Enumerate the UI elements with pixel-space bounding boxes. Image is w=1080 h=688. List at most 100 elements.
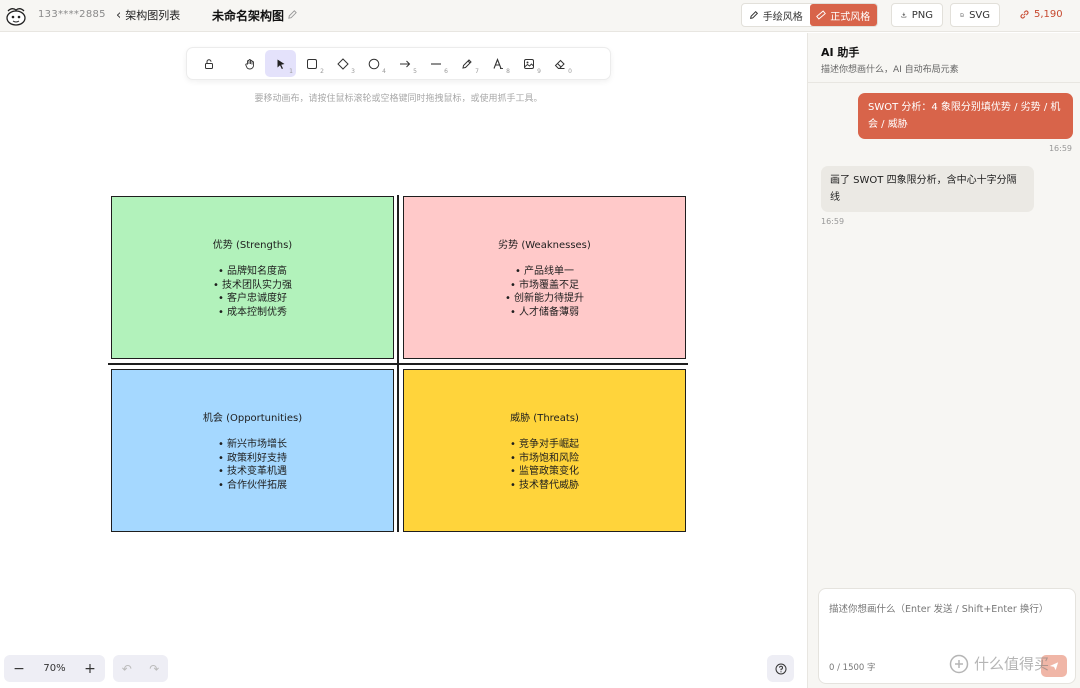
export-svg-button[interactable]: SVG (950, 3, 1000, 27)
image-tool[interactable]: 9 (513, 50, 544, 77)
diamond-icon (336, 57, 349, 70)
quadrant-item: • 竞争对手崛起 (509, 439, 580, 450)
ai-assistant-panel: AI 助手 描述你想画什么，AI 自动布局元素 SWOT 分析：4 象限分别填优… (807, 33, 1080, 688)
pointer-icon (277, 59, 284, 69)
quadrant-item: • 技术团队实力强 (212, 279, 293, 291)
chevron-left-icon: ‹ (116, 7, 122, 23)
formal-style-label: 正式风格 (830, 11, 871, 23)
message-timestamp: 16:59 (1048, 144, 1072, 153)
pencil-edit-icon[interactable] (287, 9, 298, 20)
export-png-button[interactable]: PNG (891, 3, 943, 27)
user-message: SWOT 分析：4 象限分别填优势 / 劣势 / 机会 / 威胁 (858, 93, 1073, 139)
quadrant-item: • 技术替代威胁 (509, 479, 580, 491)
help-icon (775, 663, 786, 674)
select-tool-shortcut: 1 (289, 68, 293, 75)
pencil-icon (461, 58, 472, 69)
image-icon (523, 58, 534, 69)
line-icon (430, 62, 441, 65)
credit-value: 5,190 (1034, 9, 1063, 20)
eraser-icon (554, 59, 565, 69)
hand-drawn-style-button[interactable]: 手绘风格 (742, 4, 810, 26)
quadrant-title: 劣势 (Weaknesses) (498, 240, 591, 251)
redo-button[interactable]: ↷ (149, 662, 159, 676)
quadrant-item: • 成本控制优秀 (217, 306, 288, 318)
ellipse-tool[interactable]: 4 (358, 50, 389, 77)
zoom-in-button[interactable]: + (83, 661, 97, 677)
char-count: 0 / 1500 字 (829, 663, 876, 673)
watermark: 什么值得买 (949, 653, 1049, 674)
text-tool-shortcut: 8 (506, 68, 510, 75)
canvas-hint: 要移动画布，请按住鼠标滚轮或空格键同时拖拽鼠标，或使用抓手工具。 (254, 94, 543, 104)
quadrant-title: 优势 (Strengths) (212, 240, 293, 251)
quadrant-item: • 客户忠诚度好 (217, 293, 288, 304)
eraser-tool[interactable]: 0 (544, 50, 575, 77)
ellipse-tool-shortcut: 4 (382, 68, 386, 75)
rectangle-tool-shortcut: 2 (320, 68, 324, 75)
history-control: ↶ ↷ (113, 655, 168, 682)
prompt-input[interactable] (829, 601, 1065, 651)
quadrant-item: • 技术变革机遇 (217, 466, 288, 477)
eraser-tool-shortcut: 0 (568, 68, 572, 75)
top-bar: 133****2885 ‹ 架构图列表 未命名架构图 手绘风格 正式风格 PNG… (0, 0, 1080, 32)
arrow-tool[interactable]: 5 (389, 50, 420, 77)
watermark-text: 什么值得买 (974, 655, 1050, 673)
line-tool[interactable]: 6 (420, 50, 451, 77)
export-png-label: PNG (911, 9, 933, 21)
style-toggle: 手绘风格 正式风格 (741, 3, 878, 27)
ai-panel-subtitle: 描述你想画什么，AI 自动布局元素 (821, 65, 959, 75)
line-tool-shortcut: 6 (444, 68, 448, 75)
quadrant-item: • 监管政策变化 (509, 466, 580, 477)
quadrant-item: • 品牌知名度高 (217, 266, 288, 277)
lock-icon (204, 58, 213, 69)
help-button[interactable] (767, 655, 794, 682)
hand-drawn-style-label: 手绘风格 (762, 11, 803, 23)
file-code-icon (960, 13, 964, 17)
threats-quadrant[interactable]: 威胁 (Threats) • 竞争对手崛起 • 市场饱和风险 • 监管政策变化 … (403, 369, 686, 532)
quadrant-item: • 市场覆盖不足 (509, 279, 580, 291)
download-icon (901, 12, 907, 18)
hand-tool[interactable] (234, 50, 265, 77)
credit-balance[interactable]: 5,190 (1019, 9, 1063, 20)
quadrant-item: • 政策利好支持 (217, 452, 288, 464)
back-to-list-link[interactable]: ‹ 架构图列表 (116, 7, 180, 23)
text-tool[interactable]: 8 (482, 50, 513, 77)
weaknesses-quadrant[interactable]: 劣势 (Weaknesses) • 产品线单一 • 市场覆盖不足 • 创新能力待… (403, 196, 686, 359)
hand-icon (244, 58, 254, 69)
image-tool-shortcut: 9 (537, 68, 541, 75)
pencil-tool-shortcut: 7 (475, 68, 479, 75)
select-tool[interactable]: 1 (265, 50, 296, 77)
link-icon (1020, 10, 1029, 19)
text-icon (492, 57, 503, 69)
back-link-label: 架构图列表 (125, 9, 181, 22)
message-timestamp: 16:59 (821, 217, 845, 226)
ruler-icon (816, 10, 827, 20)
export-svg-label: SVG (969, 9, 990, 21)
ellipse-icon (368, 58, 379, 69)
document-title[interactable]: 未命名架构图 (212, 7, 284, 24)
quadrant-item: • 合作伙伴拓展 (217, 479, 288, 491)
formal-style-button[interactable]: 正式风格 (809, 4, 877, 26)
swot-diagram: 优势 (Strengths) • 品牌知名度高 • 技术团队实力强 • 客户忠诚… (108, 195, 688, 533)
strengths-quadrant[interactable]: 优势 (Strengths) • 品牌知名度高 • 技术团队实力强 • 客户忠诚… (111, 196, 394, 359)
drawing-canvas[interactable]: 1 2 3 4 5 6 7 8 9 0 要移动画布，请按住鼠标滚轮或空格键同时拖… (0, 33, 807, 688)
zoom-level[interactable]: 70% (43, 663, 65, 674)
ai-message: 画了 SWOT 四象限分析，含中心十字分隔线 (821, 166, 1034, 212)
lock-tool[interactable] (193, 50, 224, 77)
quadrant-title: 威胁 (Threats) (510, 413, 579, 424)
horizontal-divider[interactable] (108, 363, 688, 365)
quadrant-item: • 创新能力待提升 (504, 293, 585, 304)
rectangle-icon (306, 58, 317, 69)
undo-button[interactable]: ↶ (122, 662, 132, 676)
diamond-tool[interactable]: 3 (327, 50, 358, 77)
quadrant-item: • 市场饱和风险 (509, 452, 580, 464)
quadrant-item: • 新兴市场增长 (217, 439, 288, 450)
arrow-icon (399, 60, 410, 67)
app-logo-icon (6, 8, 26, 26)
opportunities-quadrant[interactable]: 机会 (Opportunities) • 新兴市场增长 • 政策利好支持 • 技… (111, 369, 394, 532)
zoom-out-button[interactable]: − (12, 661, 26, 677)
pencil-tool[interactable]: 7 (451, 50, 482, 77)
ai-panel-header: AI 助手 描述你想画什么，AI 自动布局元素 (808, 33, 1080, 83)
watermark-logo-icon (949, 654, 969, 673)
rectangle-tool[interactable]: 2 (296, 50, 327, 77)
user-id: 133****2885 (38, 9, 106, 20)
